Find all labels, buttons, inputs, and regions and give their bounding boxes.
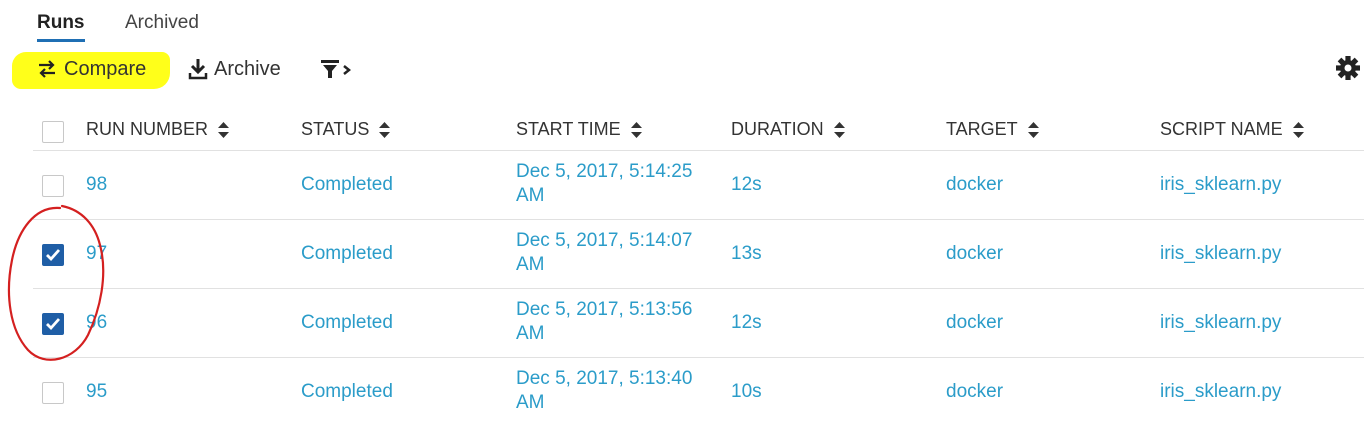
column-header-script-name[interactable]: SCRIPT NAME bbox=[1160, 119, 1304, 140]
row-divider bbox=[33, 357, 1364, 358]
row-checkbox[interactable] bbox=[42, 382, 64, 404]
filter-icon bbox=[321, 60, 352, 78]
column-header-status[interactable]: STATUS bbox=[301, 119, 391, 140]
sort-icon bbox=[833, 121, 845, 138]
start-time-link[interactable]: Dec 5, 2017, 5:14:25 AM bbox=[516, 160, 706, 208]
status-link[interactable]: Completed bbox=[301, 381, 393, 403]
run-number-link[interactable]: 95 bbox=[86, 381, 107, 403]
target-link[interactable]: docker bbox=[946, 174, 1003, 196]
select-all-checkbox[interactable] bbox=[42, 121, 64, 143]
row-checkbox[interactable] bbox=[42, 313, 64, 335]
target-link[interactable]: docker bbox=[946, 312, 1003, 334]
script-name-link[interactable]: iris_sklearn.py bbox=[1160, 312, 1281, 334]
start-time-link[interactable]: Dec 5, 2017, 5:13:56 AM bbox=[516, 298, 706, 346]
tab-archived[interactable]: Archived bbox=[125, 12, 199, 34]
target-link[interactable]: docker bbox=[946, 381, 1003, 403]
run-number-link[interactable]: 96 bbox=[86, 312, 107, 334]
sort-icon bbox=[1292, 121, 1304, 138]
tab-runs[interactable]: Runs bbox=[37, 12, 85, 42]
row-divider bbox=[33, 219, 1364, 220]
download-icon bbox=[188, 59, 208, 80]
gear-icon[interactable] bbox=[1334, 54, 1362, 82]
duration-link[interactable]: 12s bbox=[731, 312, 762, 334]
status-link[interactable]: Completed bbox=[301, 243, 393, 265]
sort-icon bbox=[379, 121, 391, 138]
run-number-link[interactable]: 98 bbox=[86, 174, 107, 196]
row-divider bbox=[33, 150, 1364, 151]
duration-link[interactable]: 12s bbox=[731, 174, 762, 196]
status-link[interactable]: Completed bbox=[301, 312, 393, 334]
row-checkbox[interactable] bbox=[42, 175, 64, 197]
compare-button[interactable]: Compare bbox=[36, 55, 146, 83]
run-number-link[interactable]: 97 bbox=[86, 243, 107, 265]
start-time-link[interactable]: Dec 5, 2017, 5:14:07 AM bbox=[516, 229, 706, 277]
column-header-start-time[interactable]: START TIME bbox=[516, 119, 642, 140]
row-checkbox[interactable] bbox=[42, 244, 64, 266]
sort-icon bbox=[218, 121, 230, 138]
sort-icon bbox=[630, 121, 642, 138]
start-time-link[interactable]: Dec 5, 2017, 5:13:40 AM bbox=[516, 367, 706, 415]
script-name-link[interactable]: iris_sklearn.py bbox=[1160, 174, 1281, 196]
duration-link[interactable]: 10s bbox=[731, 381, 762, 403]
column-header-target[interactable]: TARGET bbox=[946, 119, 1039, 140]
script-name-link[interactable]: iris_sklearn.py bbox=[1160, 381, 1281, 403]
status-link[interactable]: Completed bbox=[301, 174, 393, 196]
archive-label: Archive bbox=[214, 57, 281, 80]
compare-label: Compare bbox=[64, 57, 147, 80]
filter-button[interactable] bbox=[320, 55, 360, 83]
target-link[interactable]: docker bbox=[946, 243, 1003, 265]
check-icon bbox=[46, 318, 61, 331]
check-icon bbox=[46, 249, 61, 262]
annotation-circle bbox=[7, 204, 105, 361]
script-name-link[interactable]: iris_sklearn.py bbox=[1160, 243, 1281, 265]
column-header-duration[interactable]: DURATION bbox=[731, 119, 845, 140]
archive-button[interactable]: Archive bbox=[188, 55, 281, 83]
row-divider bbox=[33, 288, 1364, 289]
column-header-run-number[interactable]: RUN NUMBER bbox=[86, 119, 230, 140]
sort-icon bbox=[1027, 121, 1039, 138]
swap-arrows-icon bbox=[39, 60, 55, 78]
duration-link[interactable]: 13s bbox=[731, 243, 762, 265]
